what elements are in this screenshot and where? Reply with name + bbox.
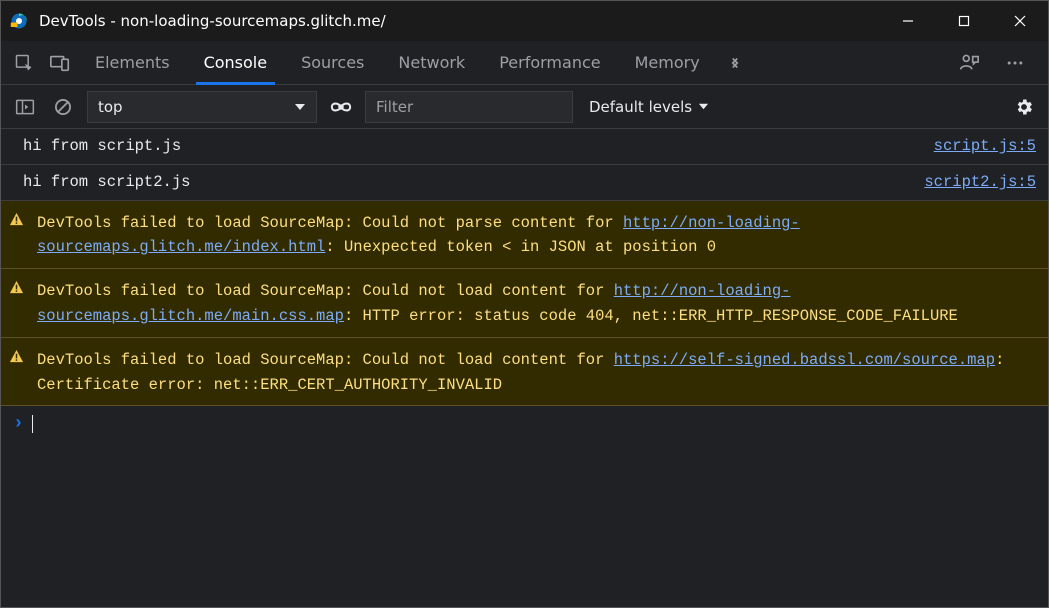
panel-tabbar: Elements Console Sources Network Perform…	[1, 41, 1048, 85]
log-message: hi from script.js	[23, 134, 922, 159]
log-row[interactable]: hi from script.js script.js:5	[1, 129, 1048, 165]
tab-elements[interactable]: Elements	[79, 41, 186, 85]
window-titlebar: DevTools - non-loading-sourcemaps.glitch…	[1, 1, 1048, 41]
more-tabs-icon[interactable]	[718, 41, 752, 85]
tab-performance[interactable]: Performance	[483, 41, 616, 85]
warning-icon	[9, 346, 27, 364]
log-row-warning[interactable]: DevTools failed to load SourceMap: Could…	[1, 269, 1048, 338]
filter-input[interactable]: Filter	[365, 91, 573, 123]
console-toolbar: top Filter Default levels	[1, 85, 1048, 129]
warning-icon	[9, 209, 27, 227]
tab-sources[interactable]: Sources	[285, 41, 380, 85]
context-value: top	[98, 98, 123, 116]
console-output: hi from script.js script.js:5 hi from sc…	[1, 129, 1048, 442]
log-levels-select[interactable]: Default levels	[583, 91, 715, 123]
levels-label: Default levels	[589, 98, 692, 116]
execution-context-select[interactable]: top	[87, 91, 317, 123]
clear-console-icon[interactable]	[49, 93, 77, 121]
live-expression-icon[interactable]	[327, 93, 355, 121]
filter-placeholder: Filter	[376, 98, 413, 116]
close-button[interactable]	[992, 1, 1048, 41]
maximize-button[interactable]	[936, 1, 992, 41]
log-message: DevTools failed to load SourceMap: Could…	[37, 211, 1036, 261]
feedback-icon[interactable]	[952, 41, 986, 85]
console-settings-icon[interactable]	[1010, 93, 1038, 121]
log-row-warning[interactable]: DevTools failed to load SourceMap: Could…	[1, 201, 1048, 270]
minimize-button[interactable]	[880, 1, 936, 41]
kebab-menu-icon[interactable]	[998, 41, 1032, 85]
warning-icon	[9, 277, 27, 295]
log-source-link[interactable]: script2.js:5	[924, 170, 1036, 195]
url-link[interactable]: https://self-signed.badssl.com/source.ma…	[614, 351, 995, 369]
app-icon	[9, 11, 29, 31]
log-row[interactable]: hi from script2.js script2.js:5	[1, 165, 1048, 201]
tab-network[interactable]: Network	[382, 41, 481, 85]
console-prompt[interactable]: ›	[1, 406, 1048, 442]
window-title: DevTools - non-loading-sourcemaps.glitch…	[39, 12, 386, 30]
device-toolbar-icon[interactable]	[43, 41, 77, 85]
log-row-warning[interactable]: DevTools failed to load SourceMap: Could…	[1, 338, 1048, 407]
log-source-link[interactable]: script.js:5	[934, 134, 1036, 159]
prompt-caret-icon: ›	[13, 414, 24, 434]
text-cursor	[32, 415, 33, 433]
chevron-down-icon	[698, 101, 709, 112]
inspect-element-icon[interactable]	[7, 41, 41, 85]
toggle-console-sidebar-icon[interactable]	[11, 93, 39, 121]
chevron-down-icon	[294, 101, 306, 113]
tab-console[interactable]: Console	[188, 41, 284, 85]
log-message: hi from script2.js	[23, 170, 912, 195]
log-message: DevTools failed to load SourceMap: Could…	[37, 279, 1036, 329]
log-message: DevTools failed to load SourceMap: Could…	[37, 348, 1036, 398]
tab-memory[interactable]: Memory	[619, 41, 716, 85]
